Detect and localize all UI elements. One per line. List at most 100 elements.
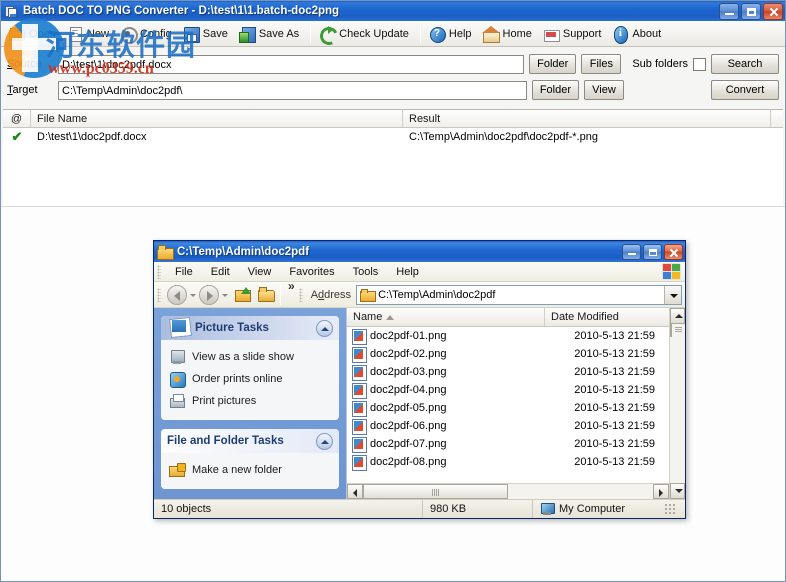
explorer-task-pane: Picture Tasks View as a slide show Order… xyxy=(154,308,346,499)
toolbar-help-button[interactable]: Help xyxy=(425,24,479,44)
forward-dropdown-icon[interactable] xyxy=(220,285,230,305)
menu-edit[interactable]: Edit xyxy=(202,264,239,280)
column-header-name[interactable]: Name xyxy=(347,308,545,326)
list-item[interactable]: doc2pdf-07.png 2010-5-13 21:59 xyxy=(347,435,669,453)
explorer-maximize-button[interactable] xyxy=(643,243,662,260)
explorer-close-button[interactable] xyxy=(664,243,683,260)
list-item[interactable]: doc2pdf-02.png 2010-5-13 21:59 xyxy=(347,345,669,363)
scroll-up-button[interactable] xyxy=(670,308,685,324)
subfolders-checkbox[interactable] xyxy=(693,57,706,71)
table-row[interactable]: ✔ D:\test\1\doc2pdf.docx C:\Temp\Admin\d… xyxy=(3,128,783,146)
menubar-grip[interactable] xyxy=(157,264,161,279)
file-date-modified: 2010-5-13 21:59 xyxy=(574,348,655,360)
file-folder-tasks-header[interactable]: File and Folder Tasks xyxy=(161,429,339,453)
task-order-prints[interactable]: Order prints online xyxy=(165,368,335,390)
file-list-header: Name Date Modified xyxy=(347,308,669,327)
column-header-status[interactable]: @ xyxy=(3,110,31,127)
toolbar-about-button[interactable]: About xyxy=(608,24,668,44)
scroll-left-button[interactable] xyxy=(347,484,363,499)
address-bar[interactable]: C:\Temp\Admin\doc2pdf xyxy=(356,284,682,305)
vertical-scroll-track[interactable] xyxy=(670,323,685,483)
maximize-button[interactable] xyxy=(741,2,761,20)
toolbar-config-button[interactable]: Config xyxy=(116,24,179,44)
explorer-body: Picture Tasks View as a slide show Order… xyxy=(154,308,685,499)
list-item[interactable]: doc2pdf-03.png 2010-5-13 21:59 xyxy=(347,363,669,381)
explorer-minimize-button[interactable] xyxy=(622,243,641,260)
png-file-icon xyxy=(351,455,367,471)
vertical-scroll-thumb[interactable] xyxy=(670,323,672,337)
window-resize-grip[interactable] xyxy=(664,503,676,515)
toolbar-new-button[interactable]: New xyxy=(63,24,116,44)
column-header-result[interactable]: Result xyxy=(403,110,771,127)
source-files-button[interactable]: Files xyxy=(581,54,622,74)
menu-favorites[interactable]: Favorites xyxy=(280,264,343,280)
toolbar-save-as-button[interactable]: Save As xyxy=(235,24,306,44)
order-prints-icon xyxy=(169,371,186,388)
source-input[interactable]: D:\test\1\doc2pdf.docx xyxy=(58,54,525,74)
folders-button[interactable] xyxy=(255,285,277,305)
toolbar-grip[interactable] xyxy=(157,287,161,302)
target-folder-button[interactable]: Folder xyxy=(531,80,579,100)
file-list-vertical-scrollbar[interactable] xyxy=(669,308,685,499)
file-name: doc2pdf-02.png xyxy=(370,348,447,360)
menu-view[interactable]: View xyxy=(239,264,281,280)
column-header-extra[interactable] xyxy=(771,110,783,127)
toolbar-support-button[interactable]: Support xyxy=(539,24,609,44)
search-button[interactable]: Search xyxy=(711,54,779,74)
target-view-button[interactable]: View xyxy=(584,80,624,100)
address-folder-icon xyxy=(360,288,377,302)
menu-file[interactable]: File xyxy=(166,264,202,280)
app-icon xyxy=(4,4,19,19)
picture-tasks-collapse-chevron-icon[interactable] xyxy=(316,319,333,337)
png-file-icon xyxy=(351,347,367,363)
menu-help[interactable]: Help xyxy=(387,264,428,280)
explorer-title-text: C:\Temp\Admin\doc2pdf xyxy=(177,245,310,258)
file-list-horizontal-scrollbar[interactable] xyxy=(347,483,669,499)
up-one-level-button[interactable] xyxy=(233,285,255,305)
task-make-new-folder[interactable]: Make a new folder xyxy=(165,459,335,481)
task-view-slide-show-label: View as a slide show xyxy=(192,351,294,363)
picture-tasks-panel: Picture Tasks View as a slide show Order… xyxy=(161,316,339,420)
source-row: Source D:\test\1\doc2pdf.docx Folder Fil… xyxy=(1,51,785,77)
source-folder-button[interactable]: Folder xyxy=(529,54,577,74)
task-print-pictures[interactable]: Print pictures xyxy=(165,390,335,412)
toolbar-home-button[interactable]: Home xyxy=(479,24,539,44)
target-input[interactable]: C:\Temp\Admin\doc2pdf\ xyxy=(58,80,527,100)
column-header-date-modified[interactable]: Date Modified xyxy=(545,308,669,326)
toolbar-about-label: About xyxy=(632,27,662,40)
address-label: Address xyxy=(310,288,352,301)
task-view-slide-show[interactable]: View as a slide show xyxy=(165,346,335,368)
convert-button[interactable]: Convert xyxy=(711,80,779,100)
file-folder-tasks-collapse-chevron-icon[interactable] xyxy=(316,432,333,450)
forward-button[interactable] xyxy=(199,284,219,305)
horizontal-scroll-track[interactable] xyxy=(508,484,653,499)
png-file-icon xyxy=(351,437,367,453)
address-chevron-down-icon[interactable] xyxy=(664,285,681,304)
minimize-button[interactable] xyxy=(719,2,739,20)
back-button[interactable] xyxy=(167,284,187,305)
list-item[interactable]: doc2pdf-08.png 2010-5-13 21:59 xyxy=(347,453,669,471)
scroll-right-button[interactable] xyxy=(653,484,669,499)
list-item[interactable]: doc2pdf-05.png 2010-5-13 21:59 xyxy=(347,399,669,417)
file-date-modified: 2010-5-13 21:59 xyxy=(574,420,655,432)
address-grip[interactable] xyxy=(298,287,303,302)
list-item[interactable]: doc2pdf-01.png 2010-5-13 21:59 xyxy=(347,327,669,345)
list-item[interactable]: doc2pdf-06.png 2010-5-13 21:59 xyxy=(347,417,669,435)
back-dropdown-icon[interactable] xyxy=(188,285,198,305)
toolbar-check-update-button[interactable]: Check Update xyxy=(315,24,416,44)
menu-tools[interactable]: Tools xyxy=(344,264,388,280)
horizontal-scroll-thumb[interactable] xyxy=(363,484,508,499)
save-floppy-icon xyxy=(183,26,200,43)
explorer-toolbar-separator xyxy=(280,284,281,305)
app-toolbar: Open New Config Save Save As Check Updat… xyxy=(1,21,785,47)
close-button[interactable] xyxy=(763,2,783,20)
column-header-file-name[interactable]: File Name xyxy=(31,110,403,127)
toolbar-save-button[interactable]: Save xyxy=(179,24,235,44)
file-folder-tasks-body: Make a new folder xyxy=(161,453,339,489)
list-item[interactable]: doc2pdf-04.png 2010-5-13 21:59 xyxy=(347,381,669,399)
png-file-icon xyxy=(351,383,367,399)
toolbar-open-button[interactable]: Open xyxy=(5,24,63,44)
scroll-down-button[interactable] xyxy=(670,483,685,499)
picture-tasks-header[interactable]: Picture Tasks xyxy=(161,316,339,340)
explorer-toolbar: » Address C:\Temp\Admin\doc2pdf xyxy=(154,279,685,308)
